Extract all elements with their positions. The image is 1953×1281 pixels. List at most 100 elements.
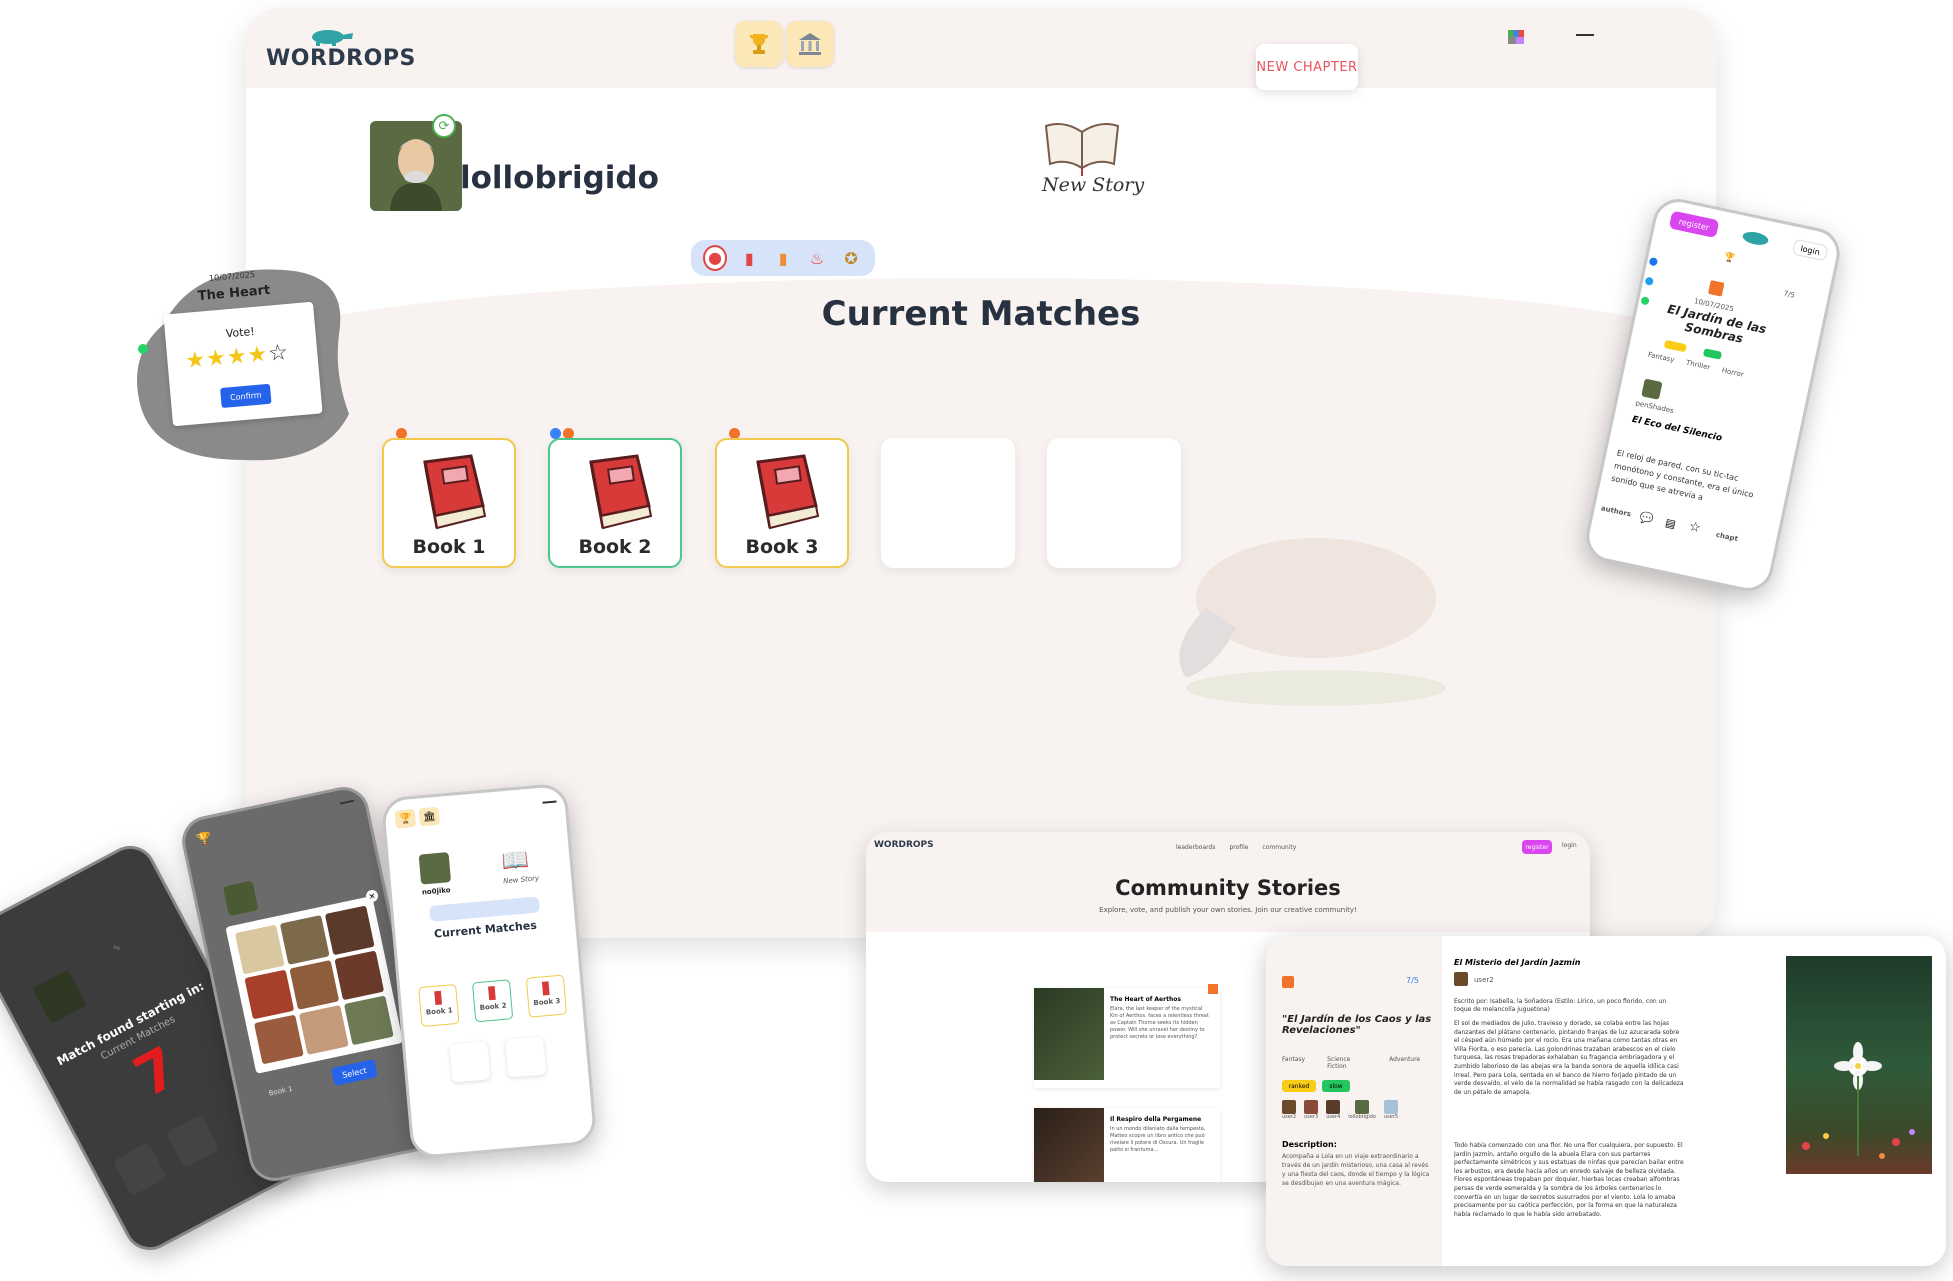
book-card-1[interactable]: ▮ Book 1 xyxy=(418,983,460,1028)
story-card[interactable]: Il Respiro della Pergamene In un mondo d… xyxy=(1034,1108,1220,1182)
author-avatar[interactable] xyxy=(1641,378,1663,400)
book-card-2[interactable]: ▮ Book 2 xyxy=(471,979,514,1023)
avatar[interactable] xyxy=(222,880,259,917)
trophy-button[interactable]: 🏆 xyxy=(394,808,417,829)
facebook-icon[interactable] xyxy=(1648,256,1659,267)
story-cover xyxy=(1034,988,1104,1080)
nav-authors[interactable]: authors xyxy=(1600,504,1631,518)
star-filled-icon[interactable]: ★ xyxy=(184,347,207,374)
match-tabs: ⬤ ▮ ▮ ♨ ✪ xyxy=(691,240,875,276)
book-card-2[interactable]: Book 2 xyxy=(548,438,682,568)
empty-book-slot[interactable] xyxy=(881,438,1015,568)
new-chapter-button[interactable]: NEW CHAPTER xyxy=(1256,44,1358,90)
trophy-button[interactable] xyxy=(735,21,783,67)
story-card[interactable]: The Heart of Aerthos Elara, the last kee… xyxy=(1034,984,1220,1088)
logo-text[interactable]: WORDROPS xyxy=(874,840,934,850)
star-empty-icon[interactable]: ☆ xyxy=(267,340,290,367)
avatar-option[interactable] xyxy=(343,995,394,1046)
avatar-grid xyxy=(225,895,404,1074)
user-avatar[interactable] xyxy=(1282,1100,1297,1114)
empty-book-slot[interactable] xyxy=(505,1036,547,1078)
comment-icon[interactable]: 💬 xyxy=(1639,511,1655,527)
menu-icon[interactable] xyxy=(542,800,557,804)
chapter-illustration xyxy=(1786,956,1932,1174)
avatar[interactable] xyxy=(418,852,452,885)
author-avatar[interactable] xyxy=(1454,972,1468,986)
new-story-button[interactable]: New Story xyxy=(1042,118,1144,198)
medal-icon[interactable]: ✪ xyxy=(839,245,863,271)
vote-popup-preview: 10/07/2025 The Heart Vote! ★★★★☆ Confirm xyxy=(134,264,354,464)
avatar-option[interactable] xyxy=(298,1005,349,1055)
user-name: user3 xyxy=(1304,1114,1319,1120)
books-icon[interactable]: ▮ xyxy=(737,245,761,271)
book-card-1[interactable]: Book 1 xyxy=(382,438,516,568)
wax-seal-icon[interactable]: ⬤ xyxy=(703,245,728,271)
trophy-icon[interactable]: 🏆 xyxy=(1723,252,1736,264)
star-filled-icon[interactable]: ★ xyxy=(205,345,228,372)
story-excerpt: Elara, the last keeper of the mystical K… xyxy=(1110,1006,1209,1040)
nav-chapters[interactable]: chapt xyxy=(1715,531,1738,543)
red-book-icon xyxy=(756,454,820,530)
user-avatar[interactable] xyxy=(1304,1100,1319,1114)
star-rating[interactable]: ★★★★☆ xyxy=(184,340,289,374)
red-book-icon xyxy=(423,454,487,530)
menu-icon[interactable] xyxy=(1576,34,1594,36)
library-button[interactable] xyxy=(786,21,834,67)
tag: Horror xyxy=(1721,366,1745,379)
user-avatar[interactable] xyxy=(1326,1100,1341,1114)
whatsapp-icon[interactable] xyxy=(138,344,148,354)
flower-illustration-icon xyxy=(1802,1042,1915,1159)
select-button[interactable]: Select xyxy=(331,1059,378,1086)
avatar-option[interactable] xyxy=(279,915,330,965)
tag: Science Fiction xyxy=(1327,1056,1351,1070)
empty-book-slot xyxy=(165,1114,220,1169)
book-label: Book 3 xyxy=(533,996,561,1008)
ranked-badge: ranked xyxy=(1282,1080,1316,1092)
library-button[interactable]: 🏛 xyxy=(418,806,441,827)
user-avatar[interactable] xyxy=(1355,1100,1370,1114)
avatar-option[interactable] xyxy=(334,950,385,1001)
empty-book-slot xyxy=(112,1142,167,1197)
register-button[interactable]: register xyxy=(1522,840,1552,854)
avatar-option[interactable] xyxy=(244,969,295,1020)
tag: Fantasy xyxy=(1282,1056,1306,1063)
whatsapp-icon[interactable] xyxy=(1640,296,1650,306)
user-avatar[interactable] xyxy=(1384,1100,1399,1114)
match-tabs[interactable] xyxy=(429,896,541,922)
avatar-option[interactable] xyxy=(324,905,375,956)
star-icon[interactable]: ☆ xyxy=(1688,519,1703,536)
page-icon[interactable]: ▤ xyxy=(1664,516,1677,531)
chapter-paragraph: El sol de mediados de julio, travieso y … xyxy=(1454,1020,1684,1096)
avatar-option[interactable] xyxy=(289,960,340,1010)
user-name: user4 xyxy=(1326,1114,1341,1120)
star-filled-icon[interactable]: ★ xyxy=(246,342,269,369)
avatar-option[interactable] xyxy=(234,924,285,975)
user-name: user2 xyxy=(1282,1114,1297,1120)
star-filled-icon[interactable]: ★ xyxy=(226,344,249,371)
new-story-label: New Story xyxy=(502,874,540,886)
nav-community[interactable]: community xyxy=(1262,844,1296,851)
nav-profile[interactable]: profile xyxy=(1229,844,1248,851)
refresh-avatar-icon[interactable]: ⟳ xyxy=(432,114,456,138)
nav-leaderboards[interactable]: leaderboards xyxy=(1176,844,1215,851)
avatar-option[interactable] xyxy=(253,1014,304,1065)
twitter-icon[interactable] xyxy=(1644,276,1654,287)
open-book-icon[interactable]: 📖 xyxy=(500,847,529,874)
story-excerpt: In un mondo dilaniato dalla tempesta, Ma… xyxy=(1110,1126,1206,1153)
flame-icon[interactable]: ♨ xyxy=(805,245,829,271)
login-button[interactable]: login xyxy=(1562,842,1577,849)
confirm-button[interactable]: Confirm xyxy=(220,383,272,409)
language-flag-icon[interactable] xyxy=(1508,30,1524,44)
book-icon[interactable]: ▮ xyxy=(771,245,795,271)
login-button[interactable]: login xyxy=(1791,238,1829,262)
empty-book-slot[interactable] xyxy=(449,1041,491,1083)
story-score: 7/5 xyxy=(1782,289,1796,300)
trophy-icon[interactable]: 🏆 xyxy=(195,830,213,847)
book-card-3[interactable]: Book 3 xyxy=(715,438,849,568)
book-card-3[interactable]: ▮ Book 3 xyxy=(525,974,568,1018)
empty-book-slot[interactable] xyxy=(1047,438,1181,568)
written-by: Escrito por: Isabella, la Soñadora (Esti… xyxy=(1454,998,1667,1013)
book-label: Book 3 xyxy=(745,536,819,558)
register-button[interactable]: register xyxy=(1668,210,1720,239)
menu-icon[interactable] xyxy=(339,799,355,805)
